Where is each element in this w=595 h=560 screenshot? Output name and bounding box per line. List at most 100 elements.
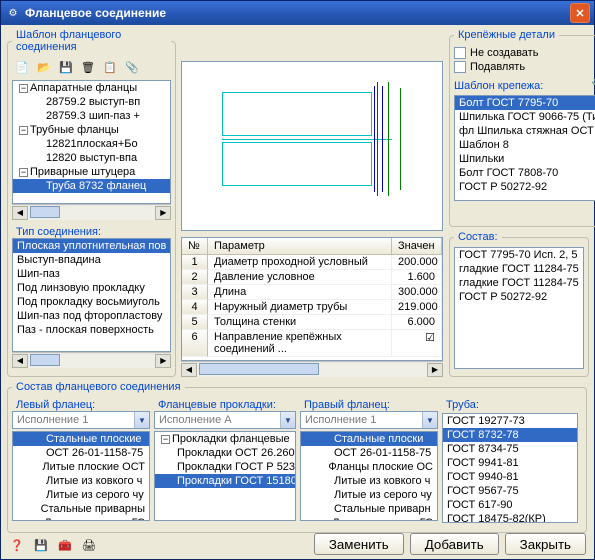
- toolbar-btn-3[interactable]: 💾: [56, 57, 76, 77]
- list-item[interactable]: ГОСТ 19277-73: [443, 414, 577, 428]
- list-item[interactable]: ГОСТ 18475-82(КР): [443, 512, 577, 523]
- list-item[interactable]: ГОСТ 7795-70 Исп. 2, 5: [455, 248, 583, 262]
- expander-icon[interactable]: −: [19, 168, 28, 177]
- save-icon[interactable]: 💾: [31, 535, 51, 555]
- pipe-list[interactable]: ГОСТ 19277-73ГОСТ 8732-78ГОСТ 8734-75ГОС…: [442, 413, 578, 523]
- right-exec-combo[interactable]: Исполнение 1▼: [300, 411, 438, 429]
- mid-exec-combo[interactable]: Исполнение A▼: [154, 411, 296, 429]
- template-tree[interactable]: −Аппаратные фланцы28759.2 выступ-вп28759…: [12, 80, 171, 204]
- tree-item[interactable]: 28759.3 шип-паз +: [13, 109, 170, 123]
- toolbar-btn-6[interactable]: 📎: [122, 57, 142, 77]
- list-item[interactable]: гладкие ГОСТ 11284-75: [455, 276, 583, 290]
- tree-item[interactable]: Литые из ковкого ч: [301, 474, 437, 488]
- conn-hscroll[interactable]: ◀▶: [12, 352, 171, 368]
- print-icon[interactable]: 🖨: [79, 535, 99, 555]
- list-item[interactable]: Шаблон 8: [455, 138, 595, 152]
- list-item[interactable]: Выступ-впадина: [13, 253, 170, 267]
- tree-item[interactable]: 12820 выступ-впа: [13, 151, 170, 165]
- tree-item[interactable]: Фланцы плоские ОС: [301, 460, 437, 474]
- list-item[interactable]: Шпилька ГОСТ 9066-75 (Ти: [455, 110, 595, 124]
- list-item[interactable]: Шип-паз: [13, 267, 170, 281]
- list-item[interactable]: Паз - плоская поверхность: [13, 323, 170, 337]
- tree-item[interactable]: Литые стальные ГС: [301, 516, 437, 521]
- tree-item[interactable]: Прокладки ГОСТ 15180: [155, 474, 295, 488]
- composition-list[interactable]: ГОСТ 7795-70 Исп. 2, 5гладкие ГОСТ 11284…: [454, 247, 584, 369]
- tree-hscroll[interactable]: ◀▶: [12, 204, 171, 220]
- pipe-label: Труба:: [442, 397, 578, 411]
- tree-item[interactable]: Стальные приварны: [13, 502, 149, 516]
- params-grid[interactable]: № Параметр Значен 1Диаметр проходной усл…: [181, 237, 443, 361]
- toolbar-btn-5[interactable]: 📋: [100, 57, 120, 77]
- toolbar-btn-1[interactable]: 📄: [12, 57, 32, 77]
- table-row[interactable]: 5Толщина стенки6.000: [182, 315, 442, 330]
- table-row[interactable]: 1Диаметр проходной условный200.000: [182, 255, 442, 270]
- tool-icon[interactable]: 🧰: [55, 535, 75, 555]
- table-row[interactable]: 3Длина300.000: [182, 285, 442, 300]
- left-exec-combo[interactable]: Исполнение 1▼: [12, 411, 150, 429]
- list-item[interactable]: Под прокладку восьмиуголь: [13, 295, 170, 309]
- tree-item[interactable]: 12821плоская+Бо: [13, 137, 170, 151]
- table-row[interactable]: 4Наружный диаметр трубы219.000: [182, 300, 442, 315]
- tree-item[interactable]: Прокладки ГОСТ Р 523: [155, 460, 295, 474]
- list-item[interactable]: Болт ГОСТ 7795-70: [455, 96, 595, 110]
- close-icon[interactable]: ✕: [570, 3, 590, 23]
- conn-type-list[interactable]: Плоская уплотнительная повВыступ-впадина…: [12, 238, 171, 352]
- list-item[interactable]: Шпильки: [455, 152, 595, 166]
- chk-suppress[interactable]: Подавлять: [454, 61, 595, 73]
- list-item[interactable]: ГОСТ 8732-78: [443, 428, 577, 442]
- help-icon[interactable]: ❓: [7, 535, 27, 555]
- tree-item[interactable]: Литые из ковкого ч: [13, 474, 149, 488]
- toolbar-btn-4[interactable]: 🗑: [78, 57, 98, 77]
- table-row[interactable]: 6Направление крепёжных соединений ...☑: [182, 330, 442, 357]
- tree-item[interactable]: Стальные приварн: [301, 502, 437, 516]
- toolbar-btn-2[interactable]: 📂: [34, 57, 54, 77]
- list-item[interactable]: Под линзовую прокладку: [13, 281, 170, 295]
- tree-item[interactable]: ОСТ 26-01-1158-75: [301, 446, 437, 460]
- list-item[interactable]: Шип-паз под фторопластову: [13, 309, 170, 323]
- preview-canvas: [181, 61, 443, 231]
- tree-item[interactable]: −Прокладки фланцевые: [155, 432, 295, 446]
- list-item[interactable]: ГОСТ 9567-75: [443, 484, 577, 498]
- list-item[interactable]: ГОСТ 9941-81: [443, 456, 577, 470]
- left-flange-tree[interactable]: Стальные плоскиеОСТ 26-01-1158-75Литые п…: [12, 431, 150, 521]
- list-item[interactable]: гладкие ГОСТ 11284-75: [455, 262, 583, 276]
- list-item[interactable]: ГОСТ Р 50272-92: [455, 290, 583, 304]
- list-item[interactable]: ГОСТ Р 50272-92: [455, 180, 595, 194]
- fastener-btn[interactable]: 🔧: [588, 75, 595, 95]
- expander-icon[interactable]: −: [19, 126, 28, 135]
- tree-item[interactable]: 28759.2 выступ-вп: [13, 95, 170, 109]
- list-item[interactable]: Болт ГОСТ 7808-70: [455, 166, 595, 180]
- replace-button[interactable]: Заменить: [314, 533, 404, 555]
- expander-icon[interactable]: −: [161, 435, 170, 444]
- tree-item[interactable]: −Приварные штуцера: [13, 165, 170, 179]
- fastener-list[interactable]: Болт ГОСТ 7795-70Шпилька ГОСТ 9066-75 (Т…: [454, 95, 595, 201]
- table-row[interactable]: 2Давление условное1.600: [182, 270, 442, 285]
- gaskets-tree[interactable]: −Прокладки фланцевыеПрокладки ОСТ 26.260…: [154, 431, 296, 521]
- grid-hscroll[interactable]: ◀▶: [181, 361, 443, 377]
- close-button[interactable]: Закрыть: [505, 533, 586, 555]
- tree-item[interactable]: Литые из серого чу: [13, 488, 149, 502]
- composition-legend: Состав:: [454, 231, 502, 243]
- tree-item[interactable]: ОСТ 26-01-1158-75: [13, 446, 149, 460]
- tree-item[interactable]: Литые плоские ОСТ: [13, 460, 149, 474]
- tree-item[interactable]: Прокладки ОСТ 26.260: [155, 446, 295, 460]
- list-item[interactable]: фл Шпилька стяжная ОСТ 2: [455, 124, 595, 138]
- tree-item[interactable]: Стальные плоски: [301, 432, 437, 446]
- add-button[interactable]: Добавить: [410, 533, 499, 555]
- tree-item[interactable]: Труба 8732 фланец: [13, 179, 170, 193]
- list-item[interactable]: ГОСТ 8734-75: [443, 442, 577, 456]
- list-item[interactable]: ГОСТ 9940-81: [443, 470, 577, 484]
- list-item[interactable]: ГОСТ 617-90: [443, 498, 577, 512]
- right-flange-label: Правый фланец:: [300, 397, 438, 411]
- expander-icon[interactable]: −: [19, 84, 28, 93]
- tree-item[interactable]: −Аппаратные фланцы: [13, 81, 170, 95]
- list-item[interactable]: Плоская уплотнительная пов: [13, 239, 170, 253]
- template-legend: Шаблон фланцевого соединения: [12, 29, 171, 53]
- tree-item[interactable]: Литые из серого чу: [301, 488, 437, 502]
- chk-no-create[interactable]: Не создавать: [454, 47, 595, 59]
- tree-item[interactable]: −Трубные фланцы: [13, 123, 170, 137]
- right-flange-tree[interactable]: Стальные плоскиОСТ 26-01-1158-75Фланцы п…: [300, 431, 438, 521]
- tree-item[interactable]: Стальные плоские: [13, 432, 149, 446]
- flange-comp-legend: Состав фланцевого соединения: [12, 381, 185, 393]
- tree-item[interactable]: Литые стальные ГС: [13, 516, 149, 521]
